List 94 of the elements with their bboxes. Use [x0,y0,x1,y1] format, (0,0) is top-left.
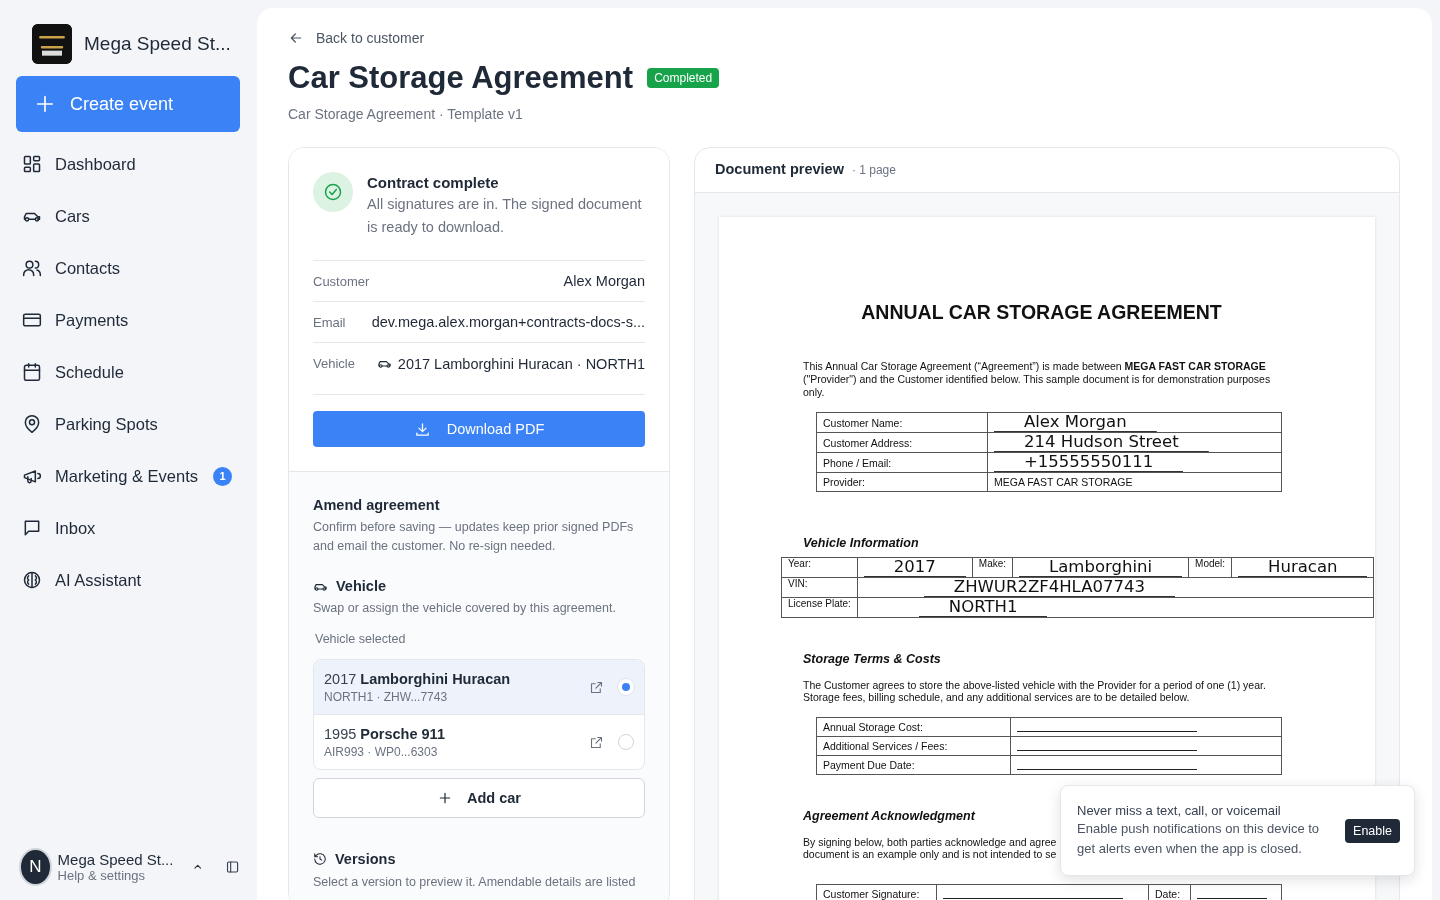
document-paragraph: The Customer agrees to store the above-listed vehicle with the Provider for a period of one (1) year. Storage fees, billing schedule, and any additional services are to be detailed below. [803,679,1267,703]
vehicle-name: 1995 Porsche 911 [324,725,446,742]
section-title: Amend agreement [313,497,441,513]
notification-text: Enable push notifications on this device to get alerts even when the app is closed. [1077,819,1321,858]
filled-value: Huracan [1238,558,1368,577]
document-heading: Vehicle Information [803,536,920,550]
page-title: Car Storage Agreement [288,60,634,96]
back-link[interactable]: Back to customer [288,30,425,46]
document-text: Payment Due Date: [823,759,915,771]
people-icon [22,258,42,278]
nav-item[interactable]: Payments [16,294,240,346]
notification-title: Never miss a text, call, or voicemail [1077,802,1282,818]
card-icon [22,310,42,330]
filled-value: Alex Morgan [994,413,1157,432]
filled-value: Lamborghini [1019,558,1183,577]
add-car-button[interactable]: Add car [313,778,645,818]
section-description: Confirm before saving — updates keep prior signed PDFs and email the customer. No re-sign needed. [313,519,635,555]
section-title: Versions [335,851,396,867]
panel-title: Document preview [715,161,844,177]
nav-item[interactable]: Inbox [16,502,240,554]
document-text: Provider: [823,476,865,488]
check-circle-icon [323,182,343,202]
nav-item[interactable]: Schedule [16,346,240,398]
document-text: Phone / Email: [823,456,892,469]
document-heading: Storage Terms & Costs [803,652,942,666]
sidebar-toggle-icon [224,858,240,876]
field-label: Email [313,314,346,330]
document-text: Customer Signature: [823,888,920,900]
section-description: Swap or assign the vehicle covered by this agreement. [313,600,617,617]
section-title: Vehicle [336,578,386,594]
field-value: 2017 Lamborghini Huracan · NORTH1 [397,355,645,372]
document-heading: Agreement Acknowledgment [803,809,975,823]
history-icon [313,852,327,866]
external-link-icon [589,679,604,695]
vehicle-name: 2017 Lamborghini Huracan [324,670,512,687]
document-text: MEGA FAST CAR STORAGE [994,476,1133,488]
filled-value: ZHWUR2ZF4HLA07743 [923,578,1175,597]
account-name: Mega Speed St... [57,851,174,868]
map-pin-icon [22,414,42,434]
status-text: All signatures are in. The signed document is ready to download. [367,195,643,237]
section-description: Select a version to preview it. Amendable details are listed [313,875,637,889]
field-label: Vehicle [313,356,355,371]
field-value: Alex Morgan [563,273,645,289]
status-badge: Completed [647,68,720,88]
document-text: Year: [788,558,811,569]
arrow-left-icon [288,30,304,46]
radio-button[interactable] [618,734,634,750]
document-text: Customer Address: [823,436,913,449]
document-text: VIN: [788,578,808,589]
document-paragraph: This Annual Car Storage Agreement (“Agreement”) is made between MEGA FAST CAR STORAGE ("Provider") and the Customer identified below. This sample document is for demonstration purposes only. [803,360,1272,399]
filled-value: 214 Hudson Street [994,433,1209,452]
download-pdf-button[interactable]: Download PDF [313,411,645,447]
document-text: Annual Storage Cost: [823,721,923,733]
document-text: License Plate: [788,598,851,609]
plus-icon [34,93,56,115]
nav-item[interactable]: Marketing & Events 1 [16,450,240,502]
count-badge: 1 [213,466,232,486]
logo-icon [32,24,72,64]
vehicle-detail: AIR993 · WP0...6303 [324,744,439,759]
document-text: Model: [1195,558,1226,569]
dashboard-icon [22,154,42,174]
download-icon [413,420,431,438]
avatar[interactable]: N [19,848,52,886]
nav-item[interactable]: AI Assistant [16,554,240,606]
document-text: Customer Name: [823,416,903,429]
document-text: By signing below, both parties acknowledge and agree [803,836,1057,848]
brand-name: Mega Speed St... [84,33,231,55]
chat-bubble-icon [22,518,42,538]
calendar-icon [22,362,42,382]
status-title: Contract complete [367,174,500,191]
enable-button[interactable]: Enable [1345,818,1400,843]
vehicle-detail: NORTH1 · ZHW...7743 [324,689,449,704]
page-subtitle: Car Storage Agreement · Template v1 [288,106,524,122]
document-text: Date: [1155,888,1181,900]
document-title: ANNUAL CAR STORAGE AGREEMENT [860,301,1223,324]
brain-icon [22,570,42,590]
external-link-icon [589,734,604,750]
page-count: · 1 page [851,163,896,177]
filled-value: NORTH1 [918,598,1048,617]
field-label: Customer [313,273,370,289]
plus-icon [437,790,453,806]
account-subtitle: Help & settings [57,868,146,883]
nav-item[interactable]: Parking Spots [16,398,240,450]
filled-value: 2017 [863,558,966,577]
nav-item[interactable]: Cars [16,190,240,242]
field-value: dev.mega.alex.morgan+contracts-docs-s... [371,314,645,330]
field-label: Vehicle selected [315,632,407,646]
nav-item[interactable]: Dashboard [16,138,240,190]
filled-value: +15555550111 [994,453,1184,472]
document-text: Make: [978,558,1007,569]
document-text: document is an example only and is not intended to se [803,848,1057,860]
document-text: Additional Services / Fees: [823,740,948,752]
create-event-button[interactable]: Create event [16,76,240,132]
nav-item[interactable]: Contacts [16,242,240,294]
